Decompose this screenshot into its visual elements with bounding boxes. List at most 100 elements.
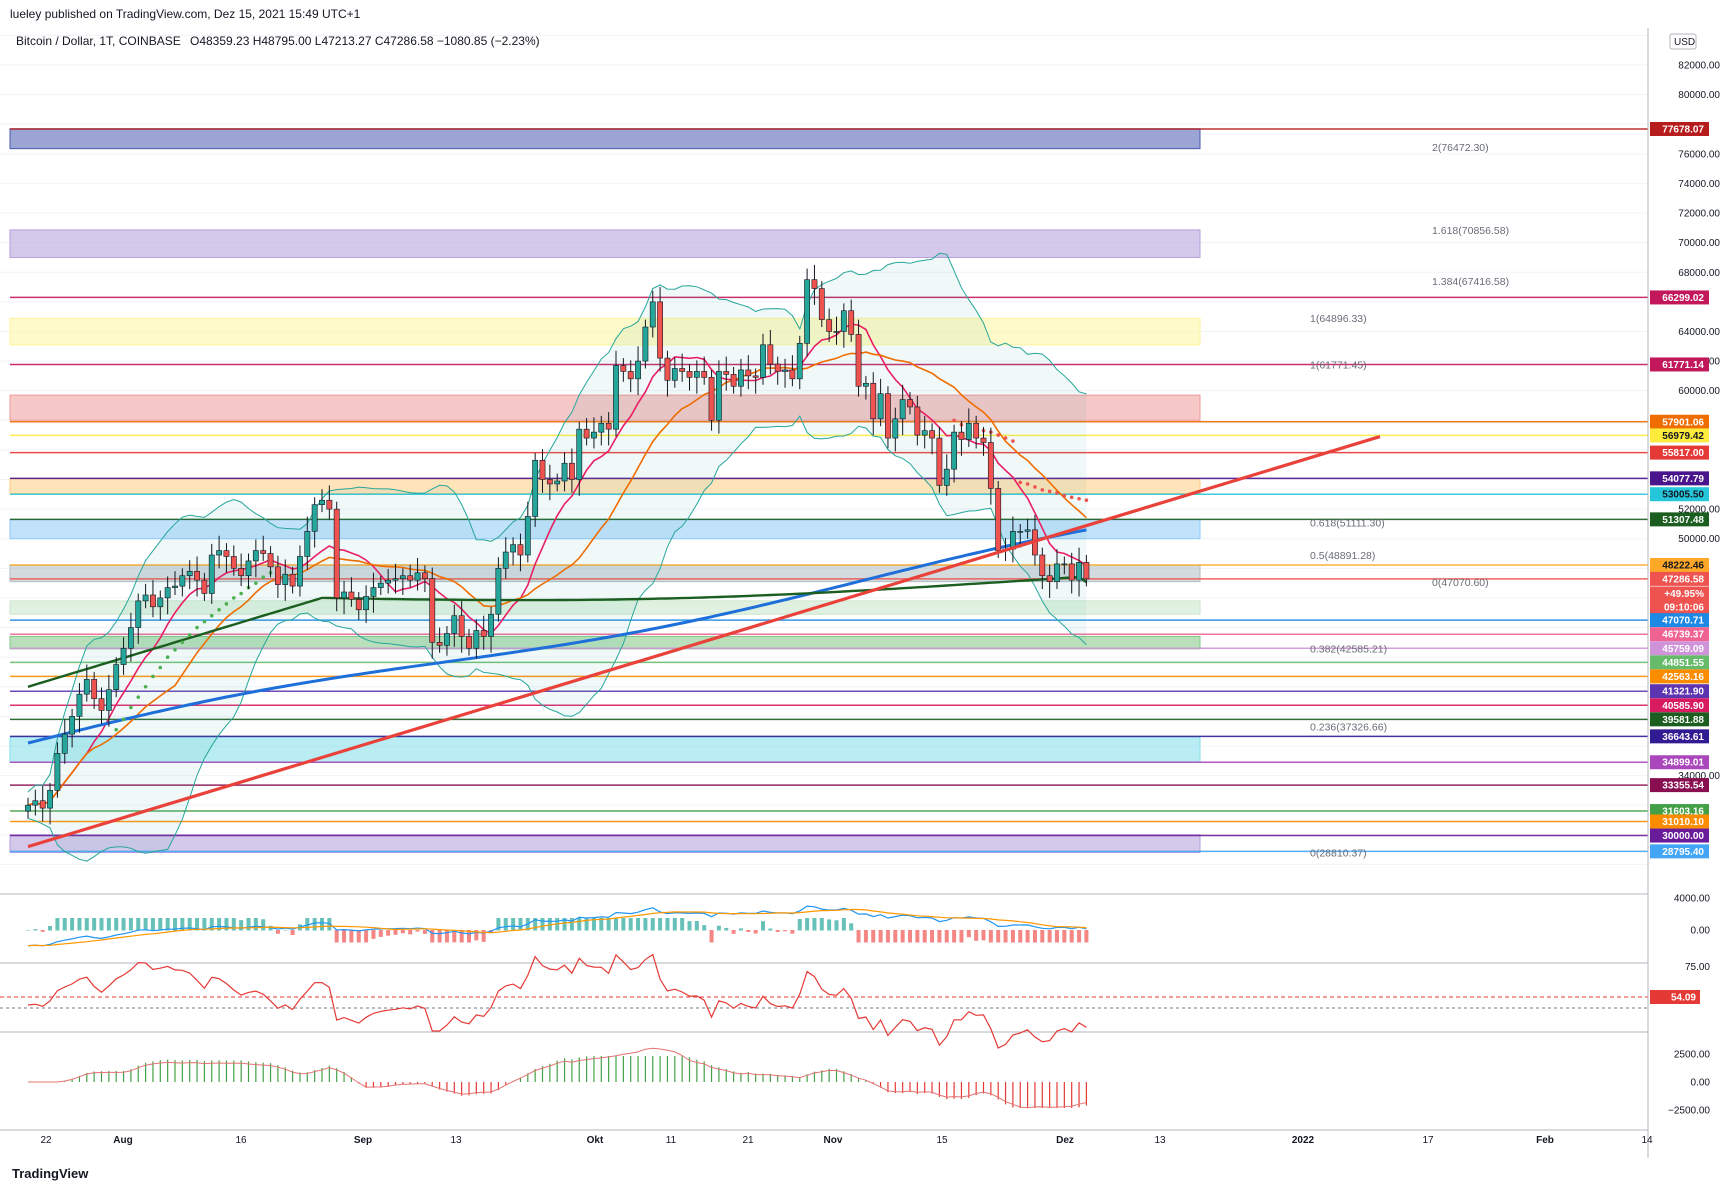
currency-button[interactable]: USD [1669,33,1697,50]
macd-bar [393,930,398,935]
candle-body [620,365,627,372]
candle-body [840,310,847,332]
sar-dot-down [1025,482,1030,486]
candle-body [885,393,891,439]
candle-body [304,531,311,557]
macd-bar [349,930,354,943]
macd-bar [746,930,751,932]
macd-bar [937,930,942,943]
price-tick-11: 50000.00 [1678,534,1720,545]
fib-label-0: 2(76472.30) [1432,142,1489,154]
macd-bar [92,918,97,931]
price-chart[interactable]: 2(76472.30) 1.618(70856.58) 1.384(67416.58… [0,28,1727,1158]
candle-body [208,554,215,594]
publish-info: lueley published on TradingView.com, Dez… [10,7,361,21]
candle-body [929,430,935,439]
macd-bar [77,918,82,931]
candle-body [767,344,774,365]
tradingview-logo: TradingView [12,1166,89,1181]
candle-body [76,693,83,717]
price-tick-9: 60000.00 [1678,386,1720,397]
sar-dot-up [143,684,148,689]
macd-bar [150,918,155,931]
candle-body [289,573,296,587]
candle-body [642,326,649,362]
macd-bar [628,918,633,931]
candle-body [230,556,237,569]
fib-label-3: 1(64896.33) [1310,313,1367,325]
candle-body [120,647,127,665]
ohlc-legend: O48359.23 H48795.00 L47213.27 C47286.58 … [190,34,540,48]
candle-body [561,462,568,482]
macd-bar [275,930,280,934]
macd-bar [650,918,655,931]
sar-dot-down [1047,489,1052,494]
sar-dot-down [1062,493,1067,498]
macd-bar [415,930,420,932]
macd-bar [636,918,641,931]
candle-body [377,582,384,588]
macd-bar [84,918,89,931]
candle-body [297,556,303,587]
price-tick-3: 74000.00 [1678,179,1720,190]
candle-body [760,344,766,378]
macd-bar [974,930,979,941]
time-tick-12: 2022 [1292,1135,1315,1146]
price-chip-19: 40585.90 [1662,701,1704,712]
candle-body [444,633,450,646]
macd-bar [459,930,464,943]
macd-bar [114,918,119,931]
candle-body [943,468,950,486]
price-tick-5: 70000.00 [1678,238,1720,249]
price-chip-25: 31010.10 [1662,817,1704,828]
sar-dot-up [187,633,192,637]
candle-body [201,579,208,594]
time-tick-13: 17 [1422,1135,1434,1146]
candle-body [965,422,972,440]
candle-body [907,399,913,408]
ao-axis-0: 2500.00 [1674,1050,1711,1061]
candle-body [25,804,31,812]
sar-dot-down [1011,439,1015,443]
candle-body [862,382,869,387]
price-chip-11: +49.95% [1664,589,1704,600]
macd-bar [143,918,148,931]
candle-body [951,431,957,470]
candle-body [679,368,686,372]
fib-label-8: 0.382(42585.21) [1310,643,1387,655]
sar-dot-down [1069,495,1074,500]
candle-body [61,733,68,754]
macd-bar [231,918,236,931]
zone-2 [9,317,1201,346]
sar-dot-down [1003,436,1008,440]
sar-dot-up [209,613,214,618]
macd-axis-1: 0.00 [1691,926,1711,937]
candle-body [995,488,1002,551]
time-tick-7: 21 [742,1135,754,1146]
macd-bar [1062,930,1067,943]
candle-body [657,301,663,359]
macd-bar [106,918,111,931]
sar-dot-up [224,602,229,606]
macd-bar [356,930,361,943]
sar-dot-down [952,418,956,423]
macd-bar [856,930,861,943]
candle-body [855,334,862,387]
macd-bar [988,930,993,943]
macd-bar [26,930,30,931]
time-tick-1: Aug [113,1135,132,1146]
candle-body [451,615,458,634]
macd-bar [371,930,376,939]
candle-body [671,368,678,381]
macd-bar [893,930,898,943]
macd-bar [1003,930,1008,943]
candle-body [1024,529,1031,532]
candle-body [414,572,421,581]
candle-body [818,288,825,320]
candle-body [892,418,899,439]
fib-label-5: 0.618(51111.30) [1310,517,1385,529]
macd-bar [908,930,912,943]
candle-body [319,499,325,505]
macd-bar [334,930,339,943]
sar-dot-down [1018,480,1023,485]
